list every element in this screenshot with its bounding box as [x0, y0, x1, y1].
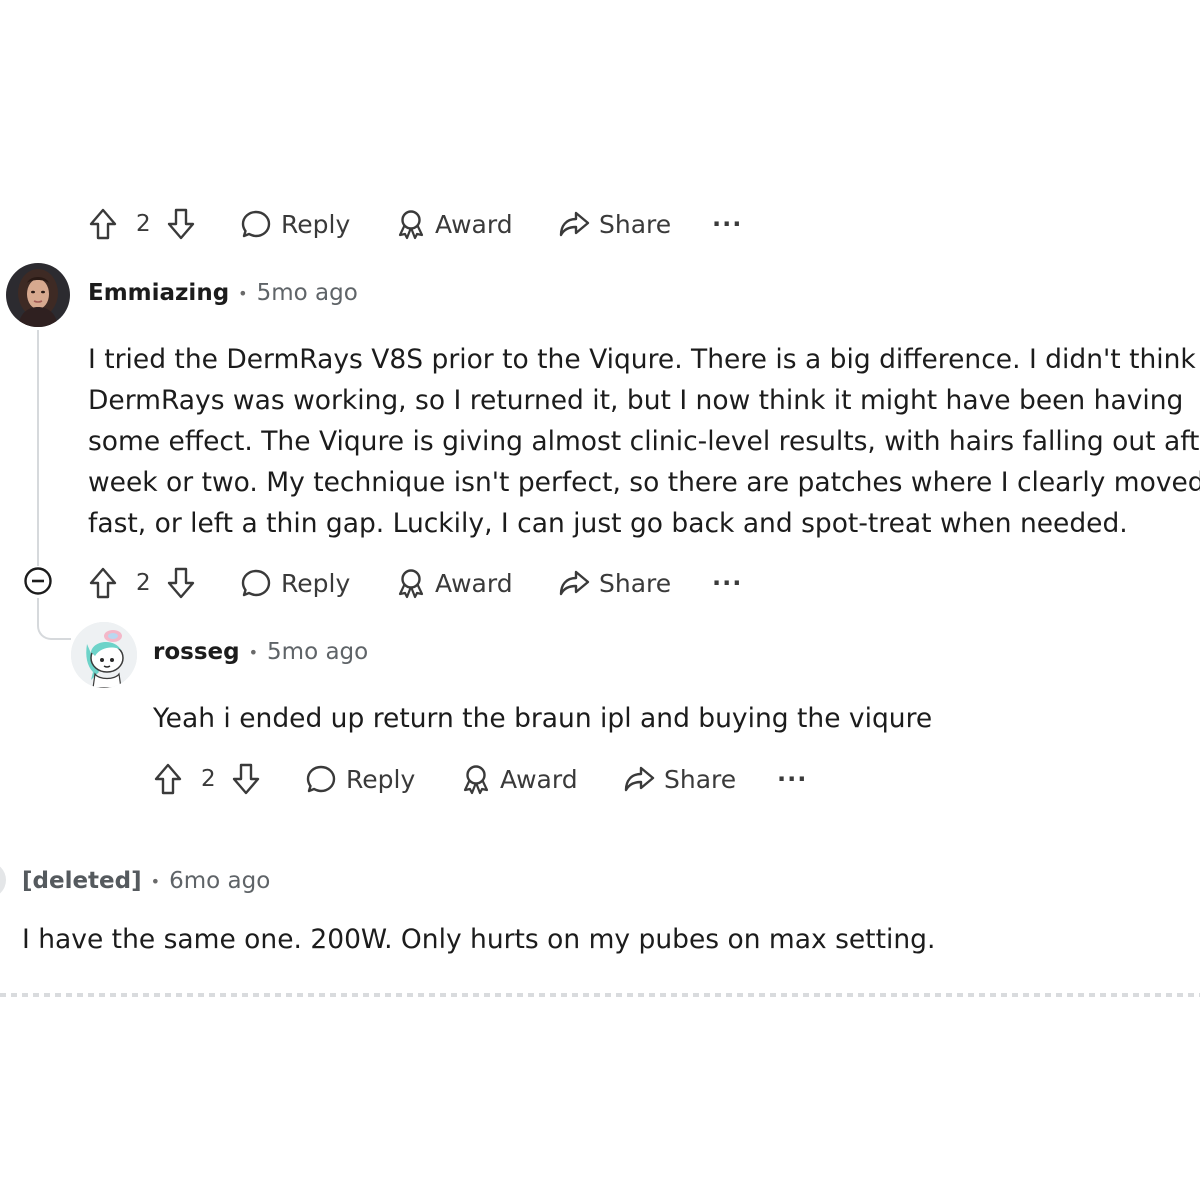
share-icon — [559, 570, 590, 596]
reply-button[interactable]: Reply — [240, 204, 350, 244]
more-options-button[interactable]: ··· — [712, 563, 742, 603]
award-icon — [463, 765, 489, 795]
comment-body: I tried the DermRays V8S prior to the Vi… — [88, 339, 1200, 544]
thread-line-branch — [37, 598, 71, 640]
upvote-button[interactable] — [88, 204, 118, 244]
cropped-edge — [0, 993, 1200, 997]
reply-button[interactable]: Reply — [305, 759, 415, 799]
comment-line: DermRays was working, so I returned it, … — [88, 385, 1184, 416]
comment-body: I have the same one. 200W. Only hurts on… — [22, 924, 936, 955]
upvote-button[interactable] — [88, 563, 118, 603]
share-button[interactable]: Share — [623, 759, 736, 799]
snoo-avatar-icon — [71, 622, 137, 688]
share-icon — [559, 211, 590, 237]
comment-action-bar: 2 Reply Award Share ··· — [88, 563, 788, 603]
comment-meta: Emmiazing • 5mo ago — [88, 276, 358, 310]
top-action-bar: 2 Reply Award Share ··· — [88, 204, 788, 244]
deleted-avatar — [0, 862, 6, 898]
meta-separator: • — [248, 642, 259, 662]
share-button[interactable]: Share — [558, 563, 671, 603]
award-label: Award — [435, 209, 513, 239]
comment-line: I tried the DermRays V8S prior to the Vi… — [88, 344, 1200, 375]
upvote-icon — [89, 567, 117, 599]
avatar[interactable] — [6, 263, 70, 327]
author-name[interactable]: rosseg — [153, 639, 240, 665]
upvote-icon — [154, 763, 182, 795]
reply-bubble-icon — [241, 210, 271, 238]
downvote-button[interactable] — [166, 204, 196, 244]
vote-count: 2 — [136, 211, 151, 237]
award-icon — [398, 210, 424, 240]
upvote-icon — [89, 208, 117, 240]
award-label: Award — [500, 764, 578, 794]
downvote-button[interactable] — [231, 759, 261, 799]
downvote-button[interactable] — [166, 563, 196, 603]
timestamp[interactable]: 5mo ago — [257, 280, 358, 306]
comment-meta: [deleted] • 6mo ago — [22, 864, 270, 898]
author-name[interactable]: Emmiazing — [88, 280, 229, 306]
downvote-icon — [167, 567, 195, 599]
reply-bubble-icon — [241, 569, 271, 597]
reply-label: Reply — [346, 764, 416, 794]
reply-label: Reply — [281, 568, 351, 598]
reply-button[interactable]: Reply — [240, 563, 350, 603]
comment-body: Yeah i ended up return the braun ipl and… — [153, 703, 933, 734]
share-icon — [624, 766, 655, 792]
downvote-icon — [232, 763, 260, 795]
vote-count: 2 — [201, 766, 216, 792]
award-button[interactable]: Award — [396, 204, 513, 244]
award-icon — [398, 569, 424, 599]
share-label: Share — [599, 209, 672, 239]
downvote-icon — [167, 208, 195, 240]
comment-action-bar: 2 Reply Award Share ··· — [153, 759, 853, 799]
reply-label: Reply — [281, 209, 351, 239]
more-options-button[interactable]: ··· — [777, 759, 807, 799]
collapse-thread-button[interactable] — [23, 566, 53, 596]
share-label: Share — [599, 568, 672, 598]
minus-circle-icon — [24, 567, 52, 595]
meta-separator: • — [150, 871, 161, 891]
award-button[interactable]: Award — [396, 563, 513, 603]
meta-separator: • — [238, 283, 248, 303]
share-label: Share — [664, 764, 737, 794]
timestamp[interactable]: 5mo ago — [267, 639, 368, 665]
comment-line: some effect. The Viqure is giving almost… — [88, 426, 1200, 457]
reply-bubble-icon — [306, 765, 336, 793]
author-name: [deleted] — [22, 868, 142, 894]
comment-line: fast, or left a thin gap. Luckily, I can… — [88, 508, 1128, 539]
share-button[interactable]: Share — [558, 204, 671, 244]
vote-count: 2 — [136, 570, 151, 596]
more-options-button[interactable]: ··· — [712, 204, 742, 244]
comment-line: week or two. My technique isn't perfect,… — [88, 467, 1200, 498]
award-button[interactable]: Award — [461, 759, 578, 799]
award-label: Award — [435, 568, 513, 598]
avatar[interactable] — [71, 622, 137, 688]
comment-meta: rosseg • 5mo ago — [153, 635, 368, 669]
user-avatar-icon — [6, 263, 70, 327]
upvote-button[interactable] — [153, 759, 183, 799]
thread-line — [37, 330, 39, 566]
timestamp[interactable]: 6mo ago — [169, 868, 270, 894]
